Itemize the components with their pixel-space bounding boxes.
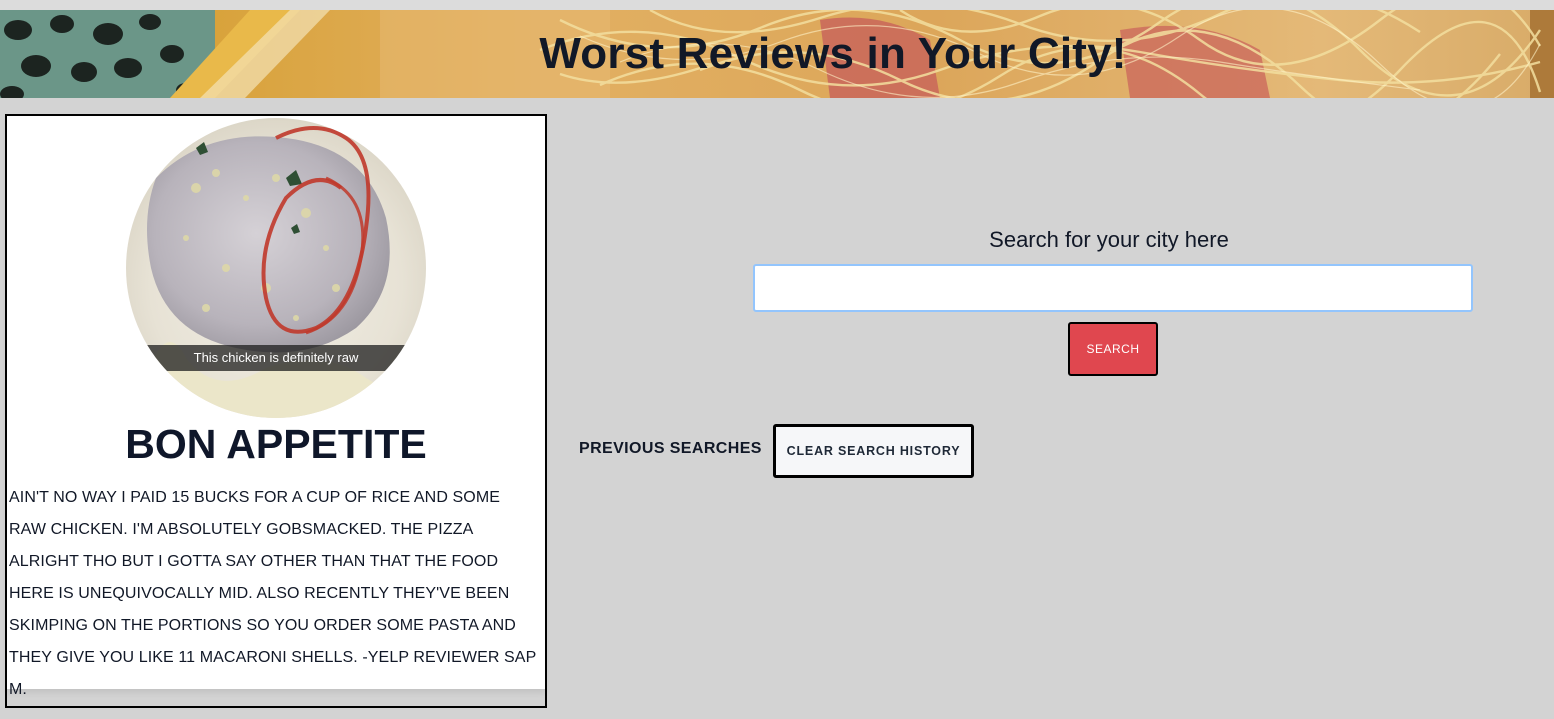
- browser-top-strip: [0, 0, 1554, 10]
- previous-searches-label: PREVIOUS SEARCHES: [579, 440, 762, 457]
- page-header: Worst Reviews in Your City!: [0, 10, 1554, 98]
- page-title: Worst Reviews in Your City!: [539, 29, 1127, 78]
- restaurant-name: BON APPETITE: [125, 421, 427, 467]
- raw-chicken-image: [126, 118, 426, 418]
- featured-review-card-body: This chicken is definitely raw BON APPET…: [7, 116, 545, 698]
- search-button[interactable]: SEARCH: [1068, 322, 1158, 376]
- review-photo: This chicken is definitely raw: [126, 118, 426, 418]
- clear-search-history-button[interactable]: CLEAR SEARCH HISTORY: [773, 424, 974, 478]
- review-text: AIN'T NO WAY I PAID 15 BUCKS FOR A CUP O…: [9, 489, 537, 698]
- city-search-input[interactable]: [753, 264, 1473, 312]
- photo-caption: This chicken is definitely raw: [126, 345, 426, 371]
- search-label: Search for your city here: [989, 227, 1229, 252]
- featured-review-card: This chicken is definitely raw BON APPET…: [5, 114, 547, 708]
